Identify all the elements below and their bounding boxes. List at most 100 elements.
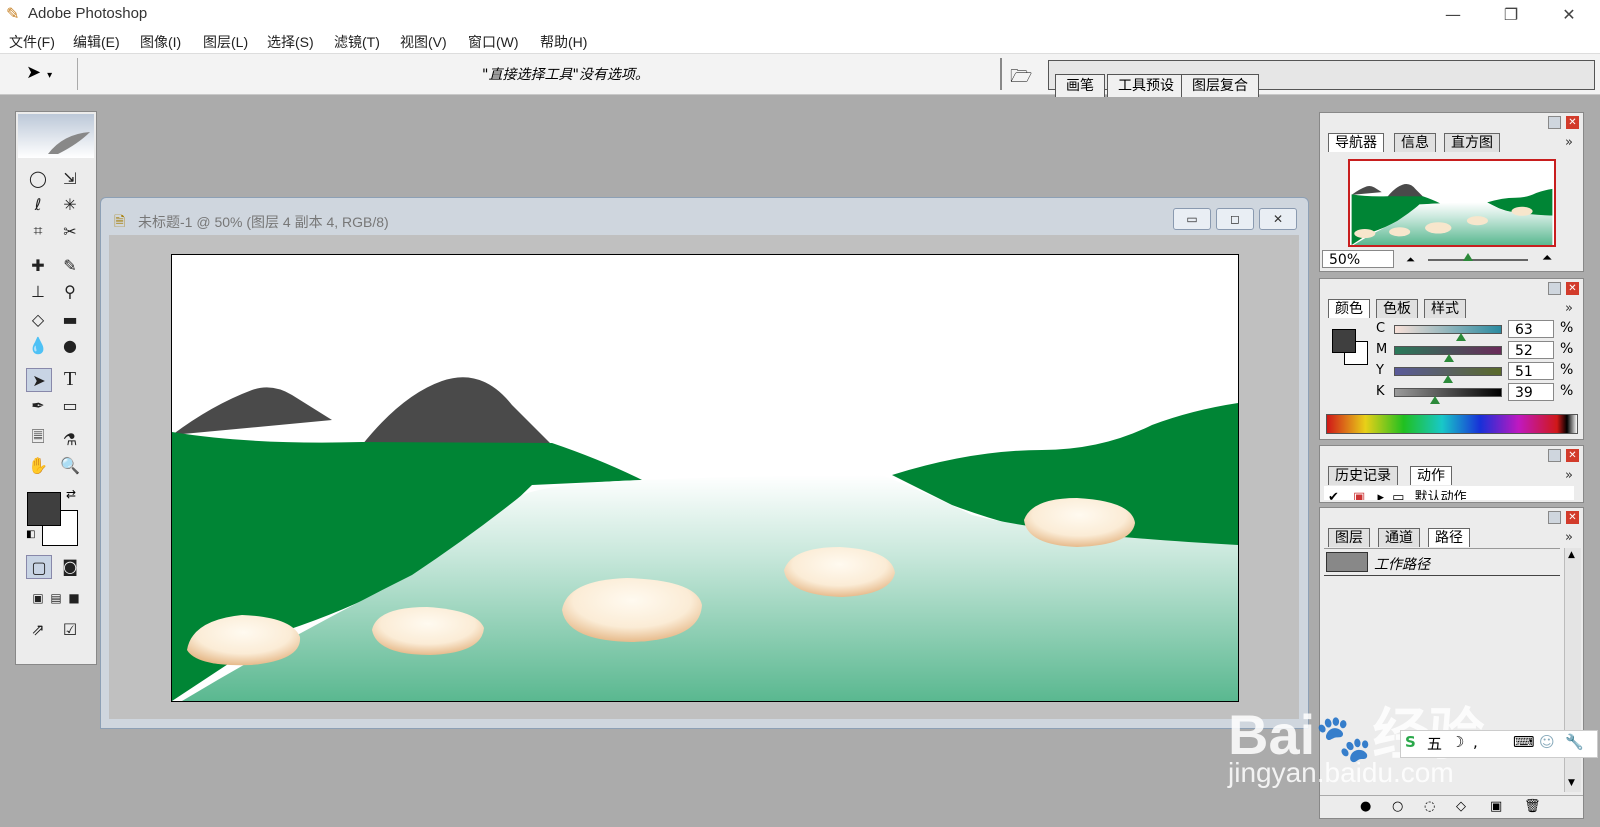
tab-navigator[interactable]: 导航器 bbox=[1328, 133, 1384, 152]
palette-menu-icon[interactable]: » bbox=[1565, 135, 1573, 150]
zoom-slider[interactable] bbox=[1428, 259, 1528, 261]
tab-actions[interactable]: 动作 bbox=[1410, 466, 1452, 485]
channel-value-y[interactable]: 51 bbox=[1508, 362, 1554, 380]
ime-settings-icon[interactable]: 🔧 bbox=[1565, 733, 1584, 751]
minimize-button[interactable]: — bbox=[1430, 2, 1476, 26]
palette-close-button[interactable]: ✕ bbox=[1566, 511, 1579, 524]
restore-button[interactable]: ❐ bbox=[1488, 2, 1534, 26]
well-tab-brushes[interactable]: 画笔 bbox=[1055, 74, 1105, 97]
palette-minimize-button[interactable] bbox=[1548, 282, 1561, 295]
ime-keyboard-icon[interactable]: ⌨ bbox=[1513, 733, 1535, 751]
move-tool-icon[interactable]: ⇲ bbox=[58, 167, 82, 189]
doc-maximize-button[interactable]: ◻ bbox=[1216, 208, 1254, 230]
palette-menu-icon[interactable]: » bbox=[1565, 301, 1573, 316]
magic-wand-icon[interactable]: ✳ bbox=[58, 193, 82, 215]
close-button[interactable]: ✕ bbox=[1546, 2, 1592, 26]
palette-minimize-button[interactable] bbox=[1548, 511, 1561, 524]
channel-thumb-y[interactable] bbox=[1443, 375, 1454, 383]
full-screen-icon[interactable]: ■ bbox=[62, 587, 86, 609]
default-colors-icon[interactable]: ◧ bbox=[26, 529, 35, 540]
notes-tool-icon[interactable]: 🗏 bbox=[26, 427, 50, 450]
direct-selection-tool-icon[interactable]: ➤ bbox=[26, 368, 52, 392]
zoom-slider-thumb[interactable] bbox=[1463, 253, 1473, 261]
ime-punctuation-icon[interactable]: , bbox=[1473, 733, 1478, 751]
menu-filter[interactable]: 滤镜(T) bbox=[334, 32, 380, 52]
scroll-down-icon[interactable]: ▼ bbox=[1568, 778, 1575, 788]
healing-brush-icon[interactable]: ✚ bbox=[26, 254, 50, 276]
menu-edit[interactable]: 编辑(E) bbox=[73, 32, 120, 52]
tab-channels[interactable]: 通道 bbox=[1378, 528, 1420, 547]
channel-thumb-c[interactable] bbox=[1455, 333, 1466, 341]
toggle-check-icon[interactable]: ✔ bbox=[1328, 490, 1339, 500]
menu-window[interactable]: 窗口(W) bbox=[468, 32, 519, 52]
doc-close-button[interactable]: ✕ bbox=[1259, 208, 1297, 230]
crop-tool-icon[interactable]: ⌗ bbox=[26, 220, 50, 242]
color-ramp[interactable] bbox=[1326, 414, 1578, 434]
hand-tool-icon[interactable]: ✋ bbox=[26, 454, 50, 476]
type-tool-icon[interactable]: T bbox=[58, 368, 82, 390]
edit-icon[interactable]: ☑ bbox=[58, 618, 82, 640]
tab-histogram[interactable]: 直方图 bbox=[1444, 133, 1500, 152]
eyedropper-tool-icon[interactable]: ⚗ bbox=[58, 428, 82, 450]
tab-swatches[interactable]: 色板 bbox=[1376, 299, 1418, 318]
navigator-thumbnail[interactable] bbox=[1348, 159, 1556, 247]
tab-paths[interactable]: 路径 bbox=[1428, 528, 1470, 547]
channel-slider-c[interactable] bbox=[1394, 325, 1502, 334]
doc-minimize-button[interactable]: ▭ bbox=[1173, 208, 1211, 230]
tab-layers[interactable]: 图层 bbox=[1328, 528, 1370, 547]
jump-to-imageready-icon[interactable]: ⇗ bbox=[26, 618, 50, 640]
stroke-path-icon[interactable]: ○ bbox=[1392, 799, 1403, 814]
menu-help[interactable]: 帮助(H) bbox=[540, 32, 587, 52]
palette-menu-icon[interactable]: » bbox=[1565, 468, 1573, 483]
palette-close-button[interactable]: ✕ bbox=[1566, 449, 1579, 462]
toolbox-header-feather-icon[interactable] bbox=[18, 114, 94, 158]
fill-path-icon[interactable]: ● bbox=[1360, 799, 1371, 814]
eraser-tool-icon[interactable]: ◇ bbox=[26, 308, 50, 330]
channel-thumb-k[interactable] bbox=[1430, 396, 1441, 404]
dialog-toggle-icon[interactable]: ▣ bbox=[1353, 490, 1365, 500]
marquee-tool-icon[interactable]: ◯ bbox=[26, 167, 50, 189]
palette-minimize-button[interactable] bbox=[1548, 116, 1561, 129]
ime-logo-icon[interactable]: S bbox=[1405, 733, 1416, 751]
ime-moon-icon[interactable]: ☽ bbox=[1451, 733, 1464, 751]
ime-mode-label[interactable]: 五 bbox=[1427, 733, 1442, 754]
menu-file[interactable]: 文件(F) bbox=[9, 32, 55, 52]
palette-minimize-button[interactable] bbox=[1548, 449, 1561, 462]
history-brush-icon[interactable]: ⚲ bbox=[58, 280, 82, 302]
path-row[interactable]: 工作路径 bbox=[1324, 549, 1560, 576]
blur-tool-icon[interactable]: 💧 bbox=[26, 334, 50, 356]
scroll-up-icon[interactable]: ▲ bbox=[1568, 550, 1575, 560]
new-path-icon[interactable]: ▣ bbox=[1490, 799, 1502, 814]
color-fg-swatch[interactable] bbox=[1332, 329, 1356, 353]
standard-mode-icon[interactable]: ▢ bbox=[26, 555, 52, 579]
gradient-tool-icon[interactable]: ▬ bbox=[58, 308, 82, 330]
channel-value-k[interactable]: 39 bbox=[1508, 383, 1554, 401]
swap-colors-icon[interactable]: ⇄ bbox=[66, 487, 76, 501]
dodge-tool-icon[interactable]: ● bbox=[58, 334, 82, 356]
clone-stamp-icon[interactable]: ⊥ bbox=[26, 280, 50, 302]
expand-arrow-icon[interactable]: ▸ bbox=[1377, 490, 1384, 500]
tab-color[interactable]: 颜色 bbox=[1328, 299, 1370, 318]
channel-value-m[interactable]: 52 bbox=[1508, 341, 1554, 359]
lasso-tool-icon[interactable]: ℓ bbox=[26, 193, 50, 215]
palette-close-button[interactable]: ✕ bbox=[1566, 116, 1579, 129]
foreground-color-swatch[interactable] bbox=[27, 492, 61, 526]
make-work-path-icon[interactable]: ◇ bbox=[1456, 799, 1466, 814]
menu-image[interactable]: 图像(I) bbox=[140, 32, 181, 52]
shape-tool-icon[interactable]: ▭ bbox=[58, 394, 82, 416]
delete-path-icon[interactable]: 🗑 bbox=[1524, 799, 1541, 814]
load-selection-icon[interactable]: ◌ bbox=[1424, 799, 1435, 814]
palette-menu-icon[interactable]: » bbox=[1565, 530, 1573, 545]
pen-tool-icon[interactable]: ✒ bbox=[26, 394, 50, 416]
well-tab-tool-presets[interactable]: 工具预设 bbox=[1107, 74, 1185, 97]
tab-info[interactable]: 信息 bbox=[1394, 133, 1436, 152]
zoom-field[interactable]: 50% bbox=[1322, 250, 1394, 268]
tab-history[interactable]: 历史记录 bbox=[1328, 466, 1398, 485]
palette-close-button[interactable]: ✕ bbox=[1566, 282, 1579, 295]
actions-list-item[interactable]: ✔ ▣ ▸ ▭ 默认动作 bbox=[1324, 486, 1574, 500]
channel-value-c[interactable]: 63 bbox=[1508, 320, 1554, 338]
channel-slider-k[interactable] bbox=[1394, 388, 1502, 397]
menu-layer[interactable]: 图层(L) bbox=[203, 32, 248, 52]
menu-view[interactable]: 视图(V) bbox=[400, 32, 447, 52]
quick-mask-icon[interactable]: ◙ bbox=[58, 555, 82, 577]
